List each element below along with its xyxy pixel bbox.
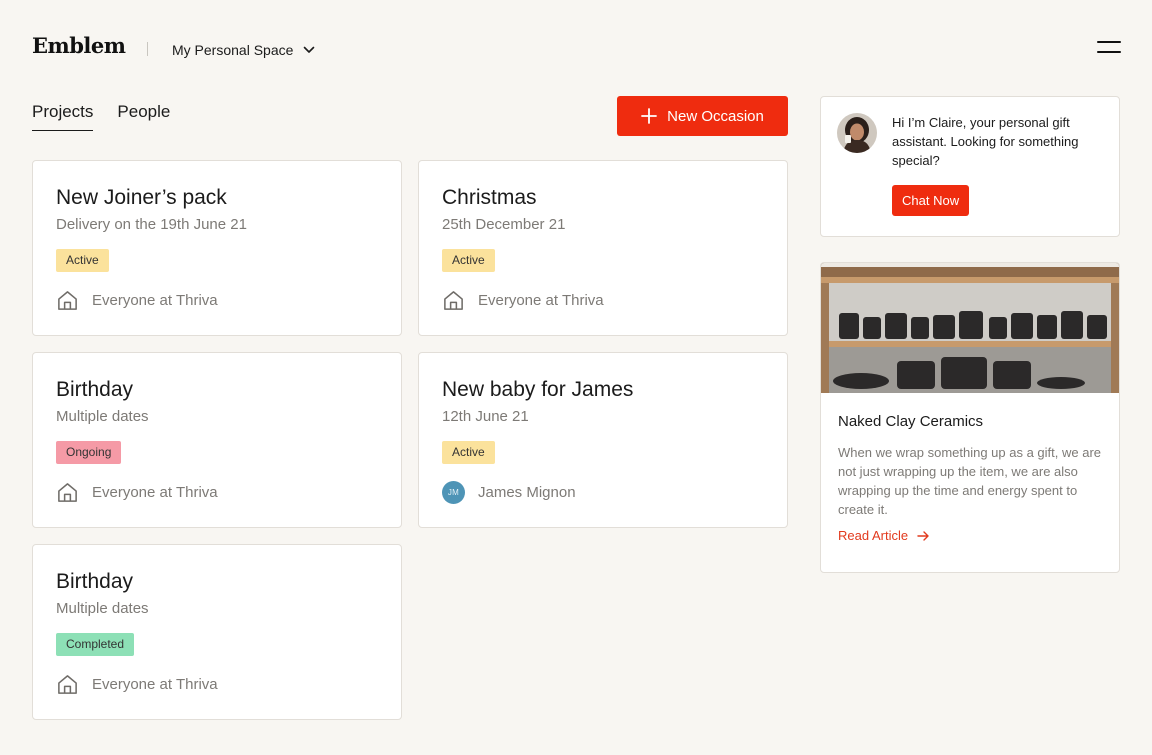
- header-divider: [147, 42, 148, 56]
- emblem-logo[interactable]: Emblem: [32, 33, 126, 58]
- project-title: Christmas: [442, 186, 537, 209]
- plus-icon: [641, 108, 658, 124]
- audience-label: Everyone at Thriva: [478, 292, 604, 309]
- new-occasion-label: New Occasion: [667, 107, 764, 125]
- read-article-label: Read Article: [838, 528, 909, 543]
- project-card[interactable]: Birthday Multiple dates Completed Everyo…: [32, 544, 402, 720]
- arrow-right-icon: [917, 530, 929, 541]
- project-tabs: Projects People: [32, 102, 170, 131]
- project-card[interactable]: New baby for James 12th June 21 Active J…: [418, 352, 788, 528]
- project-title: Birthday: [56, 570, 134, 593]
- home-icon: [58, 291, 77, 310]
- home-icon: [58, 483, 77, 502]
- article-card[interactable]: Naked Clay Ceramics When we wrap somethi…: [820, 262, 1120, 573]
- audience-label: Everyone at Thriva: [92, 484, 218, 501]
- project-title: New Joiner’s pack: [56, 186, 227, 209]
- article-title: Naked Clay Ceramics: [838, 413, 984, 430]
- project-audience: Everyone at Thriva: [56, 673, 378, 696]
- status-badge: Active: [56, 249, 109, 272]
- ceramics-image: [821, 263, 1119, 393]
- audience-label: Everyone at Thriva: [92, 292, 218, 309]
- project-date: Multiple dates: [56, 408, 149, 425]
- tab-projects[interactable]: Projects: [32, 102, 94, 131]
- article-excerpt: When we wrap something up as a gift, we …: [838, 445, 1102, 517]
- home-icon: [58, 675, 77, 694]
- project-audience: Everyone at Thriva: [442, 289, 764, 312]
- project-date: Multiple dates: [56, 600, 149, 617]
- chat-now-button[interactable]: Chat Now: [892, 185, 970, 216]
- assistant-message: Hi I’m Claire, your personal gift assist…: [892, 115, 1079, 168]
- project-card[interactable]: Christmas 25th December 21 Active Everyo…: [418, 160, 788, 336]
- status-badge: Active: [442, 441, 495, 464]
- read-article-link[interactable]: Read Article: [838, 528, 929, 543]
- project-date: Delivery on the 19th June 21: [56, 216, 247, 233]
- space-selector-dropdown[interactable]: My Personal Space: [172, 42, 315, 58]
- avatar: [837, 113, 877, 153]
- project-audience: JM James Mignon: [442, 481, 764, 504]
- avatar: JM: [442, 481, 465, 504]
- project-card[interactable]: New Joiner’s pack Delivery on the 19th J…: [32, 160, 402, 336]
- project-card[interactable]: Birthday Multiple dates Ongoing Everyone…: [32, 352, 402, 528]
- project-audience: Everyone at Thriva: [56, 289, 378, 312]
- status-badge: Ongoing: [56, 441, 122, 464]
- audience-label: James Mignon: [478, 484, 576, 501]
- project-date: 12th June 21: [442, 408, 529, 425]
- tab-people[interactable]: People: [117, 102, 170, 131]
- chevron-down-icon: [304, 46, 315, 53]
- status-badge: Active: [442, 249, 495, 272]
- project-audience: Everyone at Thriva: [56, 481, 378, 504]
- hamburger-icon[interactable]: [1097, 40, 1121, 54]
- project-title: New baby for James: [442, 378, 634, 401]
- space-selector-label: My Personal Space: [172, 42, 294, 58]
- project-date: 25th December 21: [442, 216, 566, 233]
- home-icon: [444, 291, 463, 310]
- gift-assistant-card: Hi I’m Claire, your personal gift assist…: [820, 96, 1120, 237]
- audience-label: Everyone at Thriva: [92, 676, 218, 693]
- status-badge: Completed: [56, 633, 135, 656]
- new-occasion-button[interactable]: New Occasion: [617, 96, 788, 136]
- project-title: Birthday: [56, 378, 134, 401]
